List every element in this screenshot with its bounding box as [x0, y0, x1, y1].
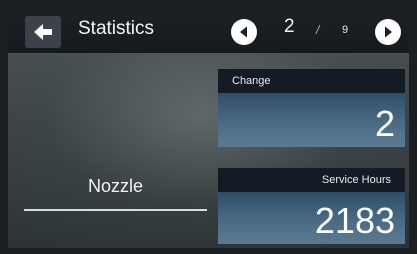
triangle-right-icon	[385, 26, 392, 38]
change-card-header: Change	[218, 69, 405, 93]
service-hours-label: Service Hours	[321, 174, 391, 186]
page-title: Statistics	[78, 18, 155, 39]
page-total: 9	[342, 24, 349, 36]
back-button[interactable]	[25, 16, 61, 48]
change-card: Change 2	[218, 69, 405, 147]
service-hours-card-body: 2183	[218, 192, 405, 244]
arrow-left-icon	[34, 24, 52, 40]
change-card-body: 2	[218, 93, 405, 147]
service-hours-card-header: Service Hours	[218, 168, 405, 192]
next-page-button[interactable]	[375, 19, 401, 45]
top-bar: Statistics 2 / 9	[8, 8, 409, 53]
triangle-left-icon	[240, 26, 247, 38]
change-value: 2	[374, 103, 395, 144]
item-label-area: Nozzle	[24, 176, 207, 197]
statistics-screen: Statistics 2 / 9 Nozzle Change 2 Service…	[8, 8, 409, 248]
page-separator: /	[316, 23, 320, 37]
item-label: Nozzle	[87, 176, 144, 196]
item-underline	[24, 209, 207, 211]
previous-page-button[interactable]	[231, 19, 257, 45]
service-hours-value: 2183	[314, 200, 395, 241]
service-hours-card: Service Hours 2183	[218, 168, 405, 244]
page-current: 2	[284, 16, 295, 37]
change-label: Change	[232, 75, 271, 87]
